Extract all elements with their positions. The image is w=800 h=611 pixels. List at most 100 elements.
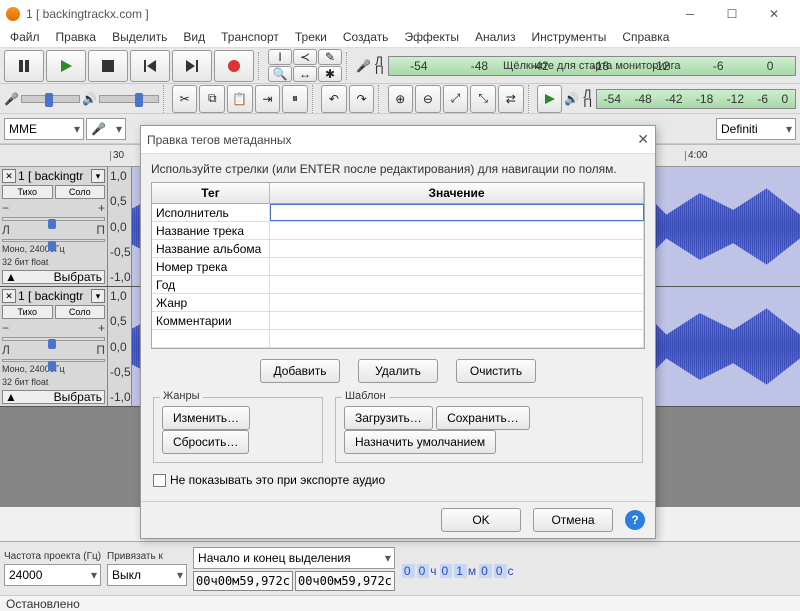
track-menu-icon[interactable]: ▾: [91, 169, 105, 183]
solo-button[interactable]: Соло: [55, 305, 106, 319]
delete-button[interactable]: Удалить: [358, 359, 438, 383]
menu-tracks[interactable]: Треки: [287, 28, 335, 47]
trim-icon[interactable]: ⇥: [255, 85, 281, 113]
rate-dropdown[interactable]: 24000: [4, 564, 101, 586]
save-template-button[interactable]: Сохранить…: [436, 406, 530, 430]
dialog-close-icon[interactable]: ✕: [637, 131, 649, 148]
pan-slider[interactable]: [2, 359, 105, 363]
draw-tool-icon[interactable]: ✎: [318, 49, 342, 65]
menu-file[interactable]: Файл: [2, 28, 48, 47]
minimize-button[interactable]: ─: [670, 0, 710, 28]
track-name[interactable]: 1 [ backingtr: [18, 169, 89, 183]
cancel-button[interactable]: Отмена: [533, 508, 613, 532]
fit-proj-icon[interactable]: ⤡: [470, 85, 496, 113]
rec-vol-slider[interactable]: [21, 95, 80, 103]
pan-slider[interactable]: [2, 239, 105, 243]
track-select[interactable]: ▲Выбрать: [2, 270, 105, 284]
menu-view[interactable]: Вид: [175, 28, 213, 47]
solo-button[interactable]: Соло: [55, 185, 106, 199]
track-header: ✕ 1 [ backingtr ▾ ТихоСоло −+ ЛП Моно, 2…: [0, 287, 108, 406]
load-template-button[interactable]: Загрузить…: [344, 406, 433, 430]
playdev-dropdown[interactable]: Definiti: [716, 118, 796, 140]
redo-icon[interactable]: ↷: [349, 85, 375, 113]
clear-button[interactable]: Очистить: [456, 359, 536, 383]
dont-show-checkbox[interactable]: Не показывать это при экспорте аудио: [153, 473, 643, 487]
timeshift-tool-icon[interactable]: ↔: [293, 66, 317, 82]
track-name[interactable]: 1 [ backingtr: [18, 289, 89, 303]
table-row[interactable]: Исполнитель: [152, 204, 644, 222]
menu-edit[interactable]: Правка: [48, 28, 105, 47]
mute-button[interactable]: Тихо: [2, 185, 53, 199]
track-header: ✕ 1 [ backingtr ▾ ТихоСоло −+ ЛП Моно, 2…: [0, 167, 108, 286]
mic-icon: 🎤: [4, 92, 19, 106]
sel-end-field[interactable]: 00ч00м59,972с: [295, 571, 395, 591]
table-row[interactable]: Жанр: [152, 294, 644, 312]
menu-effects[interactable]: Эффекты: [396, 28, 467, 47]
speaker-icon: 🔊: [82, 92, 97, 106]
maximize-button[interactable]: ☐: [712, 0, 752, 28]
amp-scale: 1,00,50,0-0,5-1,0: [108, 167, 132, 286]
track-close-icon[interactable]: ✕: [2, 169, 16, 183]
range-mode-dropdown[interactable]: Начало и конец выделения: [193, 547, 395, 569]
add-button[interactable]: Добавить: [260, 359, 340, 383]
mute-button[interactable]: Тихо: [2, 305, 53, 319]
menu-help[interactable]: Справка: [614, 28, 677, 47]
dialog-title-bar[interactable]: Правка тегов метаданных ✕: [141, 126, 655, 154]
table-row[interactable]: [152, 330, 644, 348]
copy-icon[interactable]: ⧉: [199, 85, 225, 113]
position-display: 00ч01м00с: [401, 556, 516, 581]
undo-icon[interactable]: ↶: [321, 85, 347, 113]
gain-slider[interactable]: [2, 217, 105, 221]
col-tag[interactable]: Тег: [152, 183, 270, 203]
track-menu-icon[interactable]: ▾: [91, 289, 105, 303]
fit-sel-icon[interactable]: ⤢: [443, 85, 469, 113]
track-close-icon[interactable]: ✕: [2, 289, 16, 303]
menu-tools[interactable]: Инструменты: [524, 28, 615, 47]
zoom-out-icon[interactable]: ⊖: [415, 85, 441, 113]
table-row[interactable]: Номер трека: [152, 258, 644, 276]
record-button[interactable]: [214, 50, 254, 82]
ibeam-tool-icon[interactable]: I: [268, 49, 292, 65]
zoom-in-icon[interactable]: ⊕: [388, 85, 414, 113]
menu-transport[interactable]: Транспорт: [213, 28, 287, 47]
skip-start-button[interactable]: [130, 50, 170, 82]
pause-button[interactable]: [4, 50, 44, 82]
snap-dropdown[interactable]: Выкл: [107, 564, 187, 586]
sel-start-field[interactable]: 00ч00м59,972с: [193, 571, 293, 591]
table-row[interactable]: Комментарии: [152, 312, 644, 330]
silence-icon[interactable]: ⏸: [282, 85, 308, 113]
reset-genres-button[interactable]: Сбросить…: [162, 430, 249, 454]
play-vol-slider[interactable]: [99, 95, 158, 103]
edit-genres-button[interactable]: Изменить…: [162, 406, 250, 430]
host-dropdown[interactable]: MME: [4, 118, 84, 140]
table-row[interactable]: Название альбома: [152, 240, 644, 258]
play-meter[interactable]: -54-48-42 -18-12-60: [596, 89, 796, 109]
play-button[interactable]: [46, 50, 86, 82]
window-title: 1 [ backingtrackx.com ]: [26, 7, 149, 21]
cut-icon[interactable]: ✂: [172, 85, 198, 113]
table-row[interactable]: Год: [152, 276, 644, 294]
record-meter[interactable]: -54-48-42 Щёлкните для старта мониторинг…: [388, 56, 796, 76]
gain-slider[interactable]: [2, 337, 105, 341]
close-button[interactable]: ✕: [754, 0, 794, 28]
zoom-toggle-icon[interactable]: ⇄: [498, 85, 524, 113]
col-value[interactable]: Значение: [270, 183, 644, 203]
recdev-dropdown[interactable]: 🎤: [86, 118, 126, 140]
menu-analyze[interactable]: Анализ: [467, 28, 524, 47]
play-at-speed-icon[interactable]: [537, 85, 563, 113]
track-select[interactable]: ▲Выбрать: [2, 390, 105, 404]
ok-button[interactable]: OK: [441, 508, 521, 532]
menu-create[interactable]: Создать: [335, 28, 397, 47]
paste-icon[interactable]: 📋: [227, 85, 253, 113]
multi-tool-icon[interactable]: ✱: [318, 66, 342, 82]
envelope-tool-icon[interactable]: ≺: [293, 49, 317, 65]
help-icon[interactable]: ?: [625, 510, 645, 530]
zoom-tool-icon[interactable]: 🔍: [268, 66, 292, 82]
set-default-button[interactable]: Назначить умолчанием: [344, 430, 496, 454]
stop-button[interactable]: [88, 50, 128, 82]
menu-select[interactable]: Выделить: [104, 28, 175, 47]
snap-label: Привязать к: [107, 551, 187, 562]
skip-end-button[interactable]: [172, 50, 212, 82]
checkbox-icon[interactable]: [153, 474, 166, 487]
table-row[interactable]: Название трека: [152, 222, 644, 240]
